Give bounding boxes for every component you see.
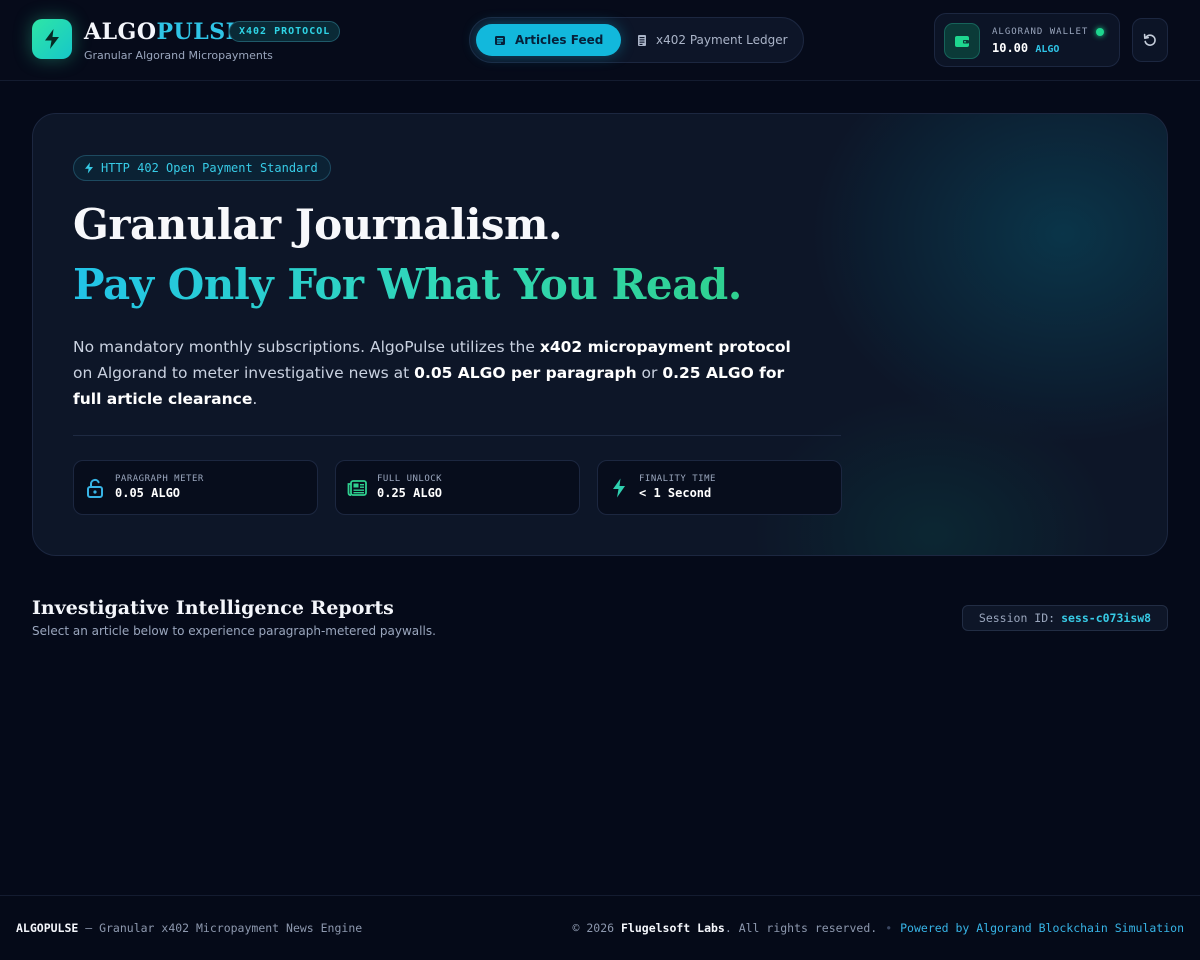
wallet-icon-box <box>944 23 980 59</box>
unlock-icon <box>87 478 103 498</box>
lightning-bolt-icon <box>45 29 59 49</box>
app-footer: ALGOPULSE — Granular x402 Micropayment N… <box>0 895 1200 960</box>
reports-title: Investigative Intelligence Reports <box>32 597 394 619</box>
logo[interactable] <box>32 19 72 59</box>
wallet-amount-unit: ALGO <box>1035 44 1060 55</box>
session-id-value: sess-c073isw8 <box>1061 611 1152 625</box>
hero-badge-text: HTTP 402 Open Payment Standard <box>101 161 318 175</box>
newspaper-icon <box>347 480 367 496</box>
tab-payment-ledger-label: x402 Payment Ledger <box>656 33 788 47</box>
hero-title-line2: Pay Only For What You Read. <box>73 260 742 309</box>
stat-icon-box <box>609 477 629 499</box>
brand-name: ALGOPULSE <box>84 19 243 45</box>
hero-badge: HTTP 402 Open Payment Standard <box>73 155 331 181</box>
wallet-label: ALGORAND WALLET <box>992 27 1089 37</box>
stat-value: < 1 Second <box>639 486 712 500</box>
hero-desc-text2: on Algorand to meter investigative news … <box>73 364 415 382</box>
tab-payment-ledger[interactable]: x402 Payment Ledger <box>618 24 806 56</box>
stat-value: 0.25 ALGO <box>377 486 443 500</box>
reports-subtitle: Select an article below to experience pa… <box>32 624 436 638</box>
stat-icon-box <box>347 477 367 499</box>
footer-company: Flugelsoft Labs <box>621 921 725 935</box>
session-id-badge: Session ID: sess-c073isw8 <box>962 605 1168 631</box>
stat-label: PARAGRAPH METER <box>115 474 204 484</box>
hero-desc-text3: or <box>636 364 663 382</box>
footer-copyright-suffix: . All rights reserved. <box>724 921 878 935</box>
wallet-amount-value: 10.00 <box>992 41 1029 55</box>
tab-articles-feed-label: Articles Feed <box>515 33 604 47</box>
stat-icon-box <box>85 477 105 499</box>
brand-tagline: Granular Algorand Micropayments <box>84 49 273 62</box>
footer-legal: © 2026 Flugelsoft Labs. All rights reser… <box>573 921 1184 935</box>
stat-card-paragraph-meter: PARAGRAPH METER 0.05 ALGO <box>73 460 318 515</box>
reset-button[interactable] <box>1132 18 1168 62</box>
hero-desc-highlight-paragraph-price: 0.05 ALGO per paragraph <box>414 364 637 382</box>
brand-name-part1: ALGO <box>84 19 157 45</box>
stat-label: FINALITY TIME <box>639 474 716 484</box>
hero-desc-text1: No mandatory monthly subscriptions. Algo… <box>73 338 540 356</box>
hero-desc-highlight-protocol: x402 micropayment protocol <box>539 338 791 356</box>
lightning-bolt-icon <box>613 478 625 498</box>
receipt-icon <box>638 34 646 46</box>
hero-description: No mandatory monthly subscriptions. Algo… <box>73 334 813 412</box>
wallet-status-dot <box>1096 28 1104 36</box>
footer-powered-by: Powered by Algorand Blockchain Simulatio… <box>900 921 1184 935</box>
hero-divider <box>73 435 841 436</box>
wallet-balance: 10.00 ALGO <box>992 41 1059 55</box>
footer-brand-line: ALGOPULSE — Granular x402 Micropayment N… <box>16 921 362 935</box>
footer-separator: • <box>885 921 893 935</box>
lightning-bolt-icon <box>85 162 93 174</box>
footer-copyright-prefix: © 2026 <box>572 921 621 935</box>
tab-articles-feed[interactable]: Articles Feed <box>476 24 622 56</box>
newspaper-icon <box>495 35 505 45</box>
session-id-label: Session ID: <box>978 611 1056 625</box>
hero-title-line1: Granular Journalism. <box>73 200 563 249</box>
main-nav: Articles Feed x402 Payment Ledger <box>469 17 804 63</box>
stat-label: FULL UNLOCK <box>377 474 443 484</box>
hero-desc-text4: . <box>252 390 258 408</box>
stat-card-finality-time: FINALITY TIME < 1 Second <box>597 460 842 515</box>
wallet-icon <box>955 36 969 47</box>
wallet-widget[interactable]: ALGORAND WALLET 10.00 ALGO <box>934 13 1120 67</box>
footer-tagline: — Granular x402 Micropayment News Engine <box>78 921 363 935</box>
hero-panel: HTTP 402 Open Payment Standard Granular … <box>32 113 1168 556</box>
stat-card-full-unlock: FULL UNLOCK 0.25 ALGO <box>335 460 580 515</box>
protocol-badge: X402 PROTOCOL <box>229 21 341 42</box>
footer-brand: ALGOPULSE <box>16 921 79 935</box>
reset-icon <box>1143 33 1156 46</box>
stat-value: 0.05 ALGO <box>115 486 181 500</box>
app-header: ALGOPULSE X402 PROTOCOL Granular Algoran… <box>0 0 1200 81</box>
